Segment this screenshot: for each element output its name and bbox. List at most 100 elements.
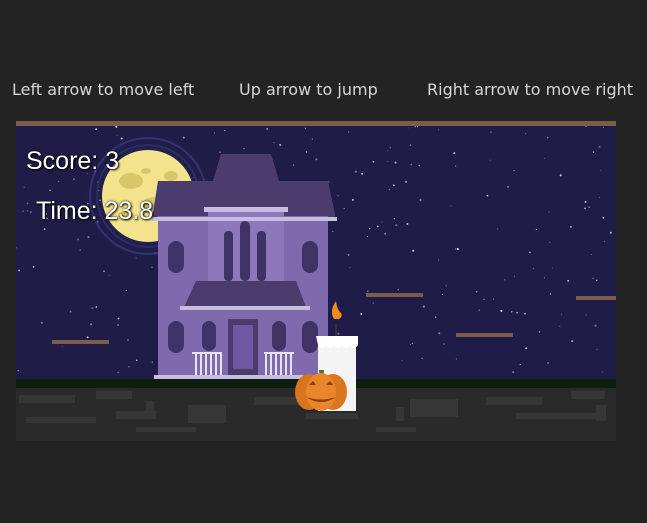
star [497,228,499,230]
star [450,205,452,207]
star [552,267,553,269]
star [32,266,35,268]
star [535,228,538,231]
star [454,248,457,250]
star [376,225,379,228]
star [528,251,531,254]
star [337,332,340,335]
star [347,253,350,256]
star [95,306,98,308]
star [412,249,415,252]
star [547,362,549,364]
star [86,336,89,339]
star [332,230,334,232]
star [315,158,318,161]
star [128,366,130,368]
star [351,198,354,201]
star [421,357,423,359]
pumpkin-icon[interactable] [295,370,347,411]
star [18,269,21,272]
star [87,236,90,239]
star [503,278,506,281]
star [559,325,561,327]
star [117,371,119,374]
star [516,311,518,314]
star [76,238,79,241]
star [596,279,598,282]
star [548,211,550,213]
star [507,185,510,188]
star [23,186,25,188]
star [213,132,215,134]
star [273,142,275,144]
star [388,188,391,191]
game-canvas[interactable]: Score: 3 Time: 23.8 [16,121,616,441]
star [26,202,29,205]
star [108,275,110,277]
star [445,285,447,287]
star [404,180,408,183]
star [544,277,545,279]
star [422,305,425,308]
star [455,165,457,167]
star [418,164,420,167]
star [27,210,29,212]
star [348,131,350,133]
star [69,310,72,313]
star [525,347,528,350]
star [372,160,375,163]
star [135,359,138,362]
platform [52,340,109,344]
instruction-jump: Up arrow to jump [239,80,378,99]
star [598,196,600,198]
star [349,267,351,269]
time-display: Time: 23.8 [36,197,154,225]
star [549,293,552,295]
star [394,161,397,164]
star [372,302,375,304]
star [243,147,245,150]
star [513,169,515,172]
star [546,136,549,139]
star [538,331,541,333]
star [401,360,403,362]
star [438,259,440,261]
star [79,249,81,251]
score-display: Score: 3 [26,147,120,175]
star [559,174,562,177]
star [17,369,20,372]
star [266,128,268,130]
star [343,208,345,210]
star [602,126,604,128]
platform [576,296,616,300]
star [304,127,306,129]
star [361,173,363,175]
star [410,163,413,166]
star [441,294,443,295]
star [588,206,590,208]
star [490,131,492,133]
star [58,180,60,182]
star [397,289,399,291]
star [406,222,409,225]
star [512,371,515,374]
star [571,340,574,343]
star [151,266,153,269]
star [519,363,521,366]
star [514,275,515,277]
star [43,228,46,230]
star [601,371,603,373]
star [395,224,398,227]
star [561,313,562,315]
star [117,317,120,320]
star [486,194,489,197]
star [525,133,527,135]
star [596,348,598,350]
star [127,339,129,341]
star [95,128,98,131]
star [475,291,478,293]
star [305,151,308,153]
star [409,343,412,346]
star [49,189,51,191]
star [29,211,32,213]
